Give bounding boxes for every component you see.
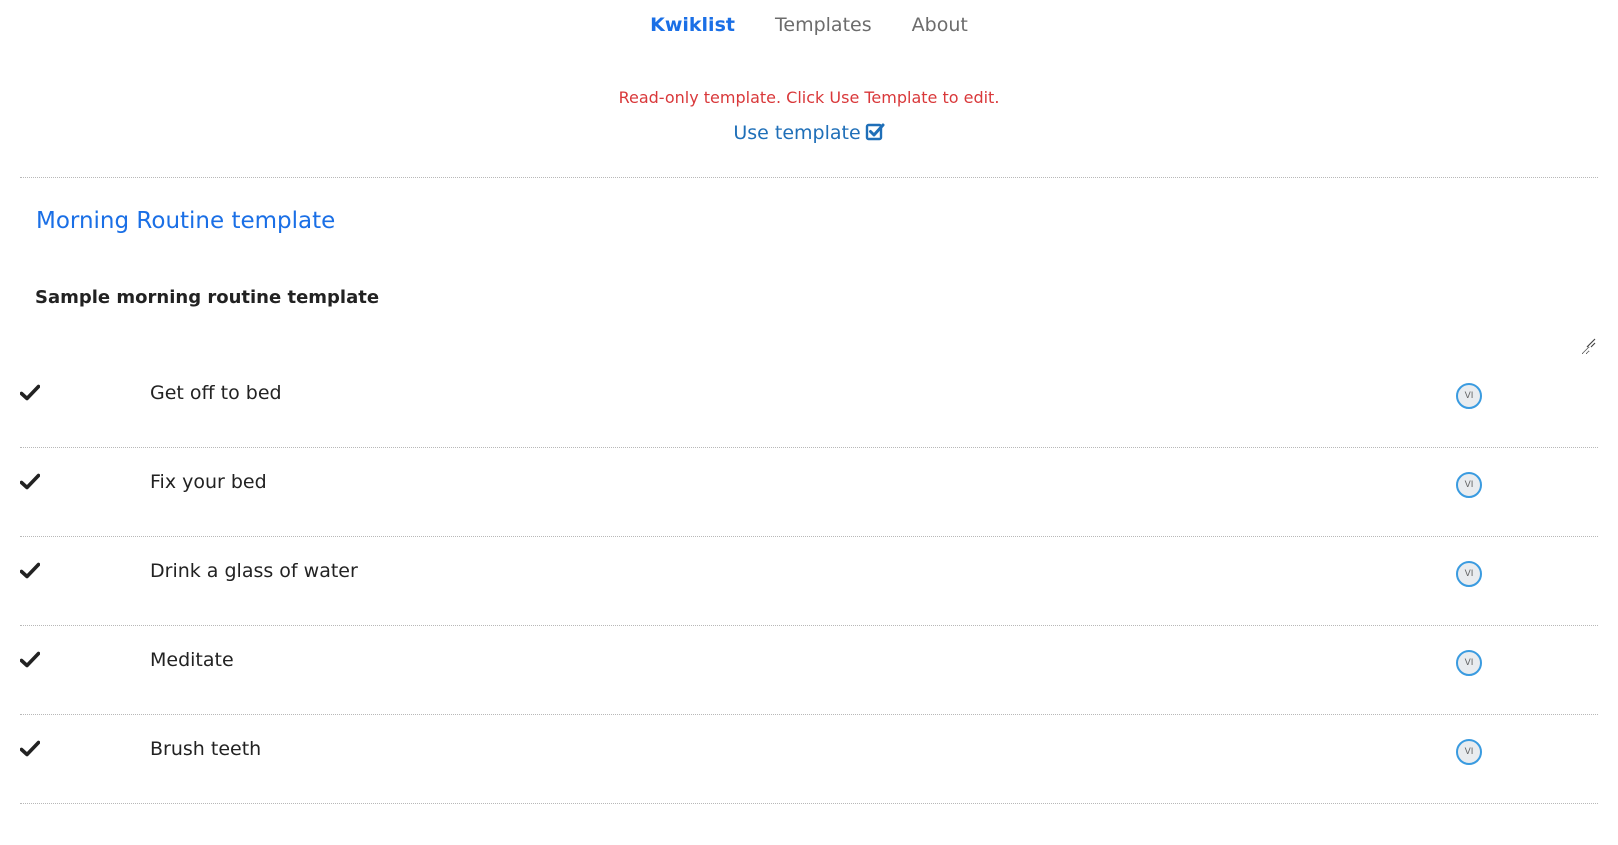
list-item: Meditate VI (20, 626, 1598, 715)
nav-about-link[interactable]: About (912, 14, 968, 36)
assignee-avatar[interactable]: VI (1456, 383, 1482, 409)
assignee-avatar[interactable]: VI (1456, 472, 1482, 498)
check-icon[interactable] (20, 473, 40, 491)
assignee-avatar[interactable]: VI (1456, 561, 1482, 587)
use-template-label: Use template (733, 122, 861, 144)
check-square-icon (865, 123, 885, 141)
read-only-notice: Read-only template. Click Use Template t… (618, 88, 1000, 107)
check-icon[interactable] (20, 651, 40, 669)
header-divider (20, 177, 1598, 178)
check-icon[interactable] (20, 740, 40, 758)
list-item: Get off to bed VI (20, 359, 1598, 448)
resize-grip-icon[interactable] (1586, 338, 1596, 348)
list-item: Brush teeth VI (20, 715, 1598, 804)
description-textarea[interactable]: Sample morning routine template (35, 287, 1590, 355)
use-template-container: Use template (0, 122, 1618, 144)
check-icon[interactable] (20, 562, 40, 580)
nav-templates-link[interactable]: Templates (775, 14, 872, 36)
row-divider (20, 803, 1598, 804)
item-label: Brush teeth (150, 738, 262, 760)
nav-brand-link[interactable]: Kwiklist (650, 14, 735, 36)
assignee-avatar[interactable]: VI (1456, 650, 1482, 676)
check-icon[interactable] (20, 384, 40, 402)
list-item: Fix your bed VI (20, 448, 1598, 537)
list-item: Drink a glass of water VI (20, 537, 1598, 626)
item-label: Drink a glass of water (150, 560, 358, 582)
assignee-avatar[interactable]: VI (1456, 739, 1482, 765)
use-template-button[interactable]: Use template (733, 122, 885, 144)
item-label: Meditate (150, 649, 234, 671)
top-nav: Kwiklist Templates About (0, 14, 1618, 36)
item-label: Get off to bed (150, 382, 282, 404)
list-title: Morning Routine template (36, 208, 336, 234)
item-label: Fix your bed (150, 471, 267, 493)
